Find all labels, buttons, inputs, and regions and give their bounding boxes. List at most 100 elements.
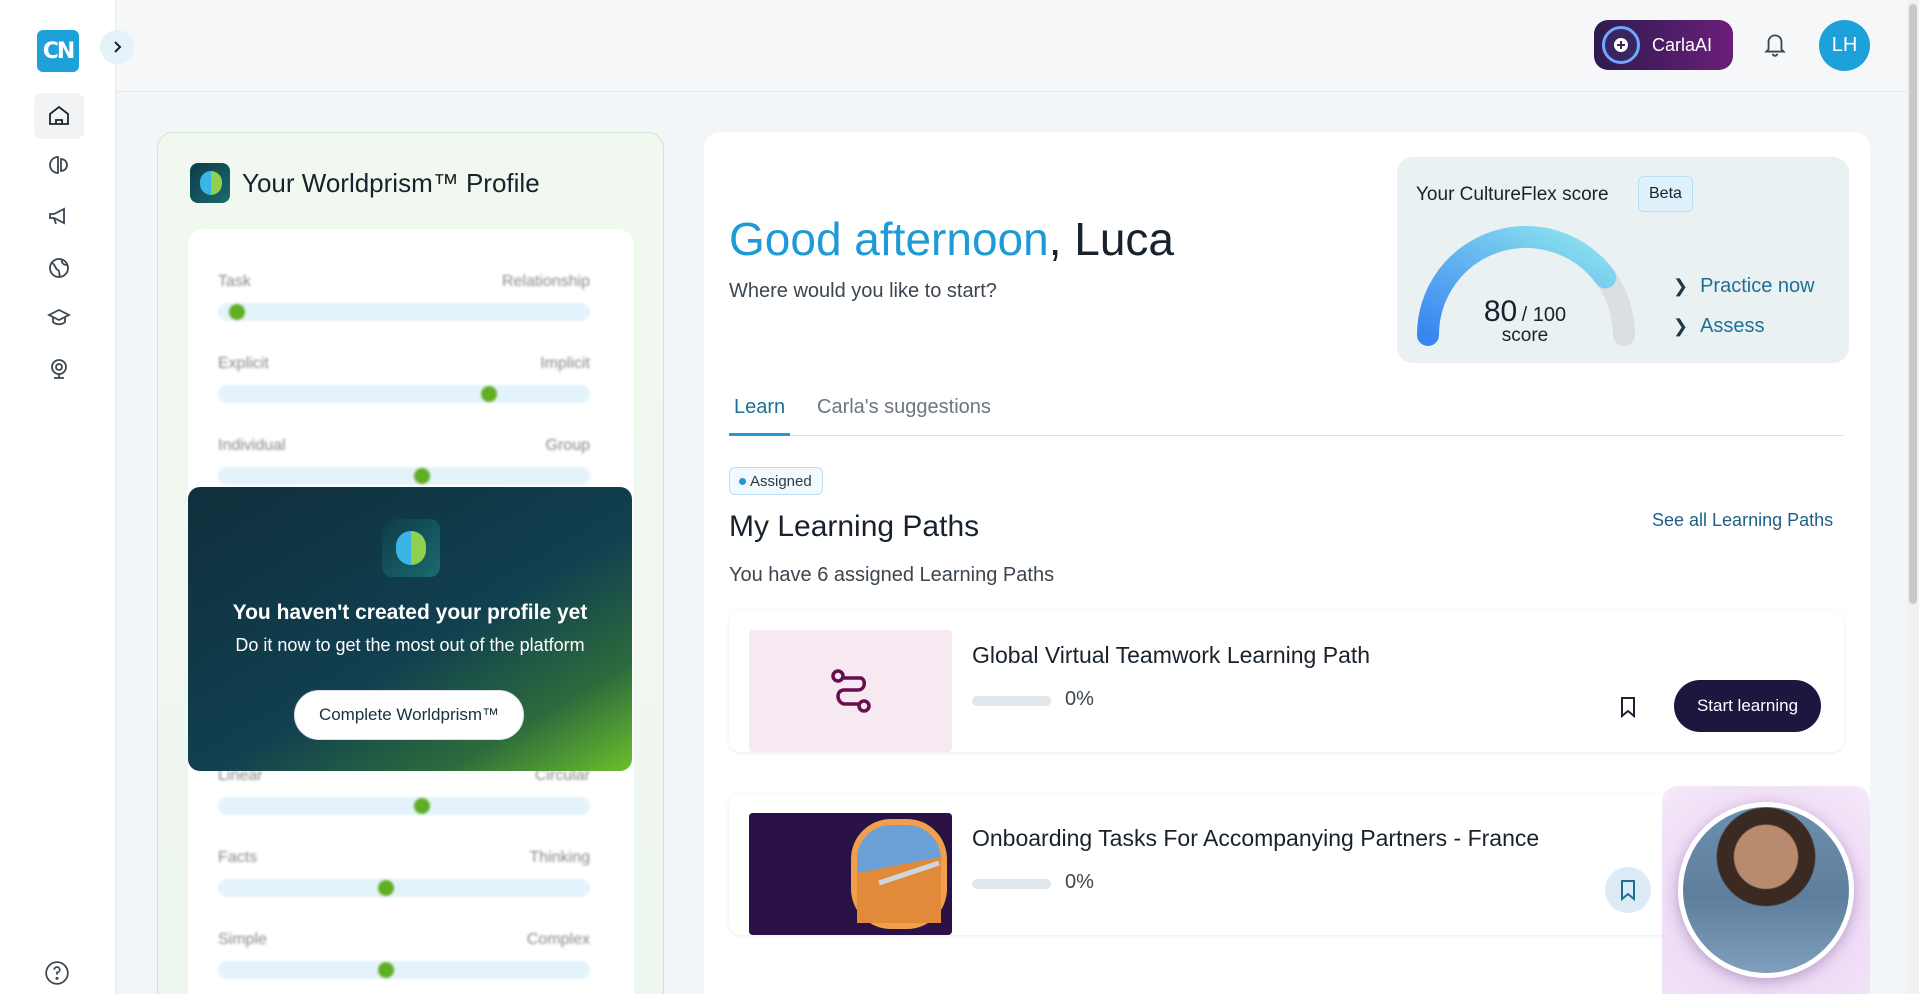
overlay-title: You haven't created your profile yet (232, 601, 588, 624)
megaphone-icon (49, 207, 65, 225)
assess-link[interactable]: ❯ Assess (1673, 315, 1765, 338)
chevron-right-icon: ❯ (1673, 316, 1689, 336)
score-label: score (1501, 325, 1549, 346)
practice-now-label: Practice now (1700, 275, 1815, 297)
progress-bar (972, 879, 1051, 889)
route-icon (830, 669, 871, 713)
path-thumbnail (749, 813, 952, 935)
worldprism-logo-icon (382, 519, 440, 577)
greeting-name: , Luca (1048, 213, 1174, 265)
dimension-track (218, 467, 590, 485)
help-button[interactable] (44, 960, 70, 990)
cultureflex-score: 80 / 100 score (1433, 295, 1617, 347)
learning-path-card[interactable]: Global Virtual Teamwork Learning Path 0%… (729, 610, 1844, 752)
chevron-right-icon: ❯ (1673, 276, 1689, 296)
learning-paths-title: My Learning Paths (729, 510, 980, 543)
app-logo[interactable]: CN (37, 30, 79, 72)
learning-path-name: Onboarding Tasks For Accompanying Partne… (972, 825, 1540, 851)
dimension-marker (378, 880, 395, 896)
carla-ai-icon (1602, 26, 1640, 64)
scrollbar-thumb[interactable] (1909, 4, 1917, 604)
dimension-right-label: Complex (526, 931, 590, 948)
carla-avatar[interactable] (1678, 802, 1854, 978)
worldprism-icon (49, 156, 68, 174)
practice-now-link[interactable]: ❯ Practice now (1673, 275, 1815, 298)
assess-label: Assess (1700, 315, 1765, 337)
overlay-subtitle: Do it now to get the most out of the pla… (235, 635, 585, 655)
dimension-row: Individual Group (218, 437, 590, 485)
carla-ai-button[interactable]: CarlaAI (1594, 20, 1733, 70)
tab-learn[interactable]: Learn (729, 392, 791, 436)
dimension-left-label: Facts (218, 849, 258, 866)
learning-path-name: Global Virtual Teamwork Learning Path (972, 642, 1371, 668)
cultureflex-title: Your CultureFlex score (1416, 184, 1609, 205)
worldprism-logo-icon (190, 163, 230, 203)
dimension-track (218, 961, 590, 979)
dimension-right-label: Thinking (529, 849, 590, 866)
start-learning-button[interactable]: Start learning (1674, 680, 1821, 732)
notifications-button[interactable] (1762, 30, 1788, 62)
sidebar-item-worldprism[interactable] (34, 142, 84, 188)
page-scrollbar[interactable] (1907, 0, 1919, 994)
dimension-right-label: Group (545, 437, 590, 454)
help-icon (45, 961, 69, 985)
dimension-row: Explicit Implicit (218, 355, 590, 403)
score-value: 80 (1483, 295, 1518, 328)
sidebar-item-live-sessions[interactable] (34, 346, 84, 392)
bell-icon (1764, 34, 1786, 57)
progress-bar (972, 696, 1051, 706)
dimension-marker (228, 304, 245, 320)
user-avatar[interactable]: LH (1819, 20, 1870, 71)
dimension-row: Task Relationship (218, 273, 590, 321)
sidebar-item-home[interactable] (34, 93, 84, 139)
bookmark-icon (1621, 880, 1635, 902)
path-thumbnail (749, 630, 952, 752)
sidebar-item-cultures[interactable] (34, 245, 84, 291)
learning-paths-subtitle: You have 6 assigned Learning Paths (729, 564, 1055, 586)
profile-title-text: Your Worldprism™ Profile (242, 167, 540, 198)
sidebar-item-announcements[interactable] (34, 193, 84, 239)
bookmark-icon (1621, 697, 1635, 719)
complete-worldprism-button[interactable]: Complete Worldprism™ (294, 690, 524, 740)
greeting-prompt: Where would you like to start? (729, 280, 997, 302)
tab-carla-suggestions[interactable]: Carla's suggestions (812, 392, 996, 433)
chevron-right-icon (114, 41, 122, 53)
globe-icon (49, 258, 69, 278)
dimension-row: Facts Thinking (218, 849, 590, 897)
dimension-left-label: Simple (218, 931, 267, 948)
bookmark-button[interactable] (1605, 867, 1651, 913)
dimension-left-label: Task (218, 273, 251, 290)
carla-assistant-bubble[interactable] (1662, 786, 1870, 994)
progress-percent: 0% (1065, 688, 1094, 710)
dimension-track (218, 385, 590, 403)
sidebar-item-learning[interactable] (34, 295, 84, 341)
dimension-track (218, 879, 590, 897)
dimension-marker (413, 798, 430, 814)
dimension-left-label: Explicit (218, 355, 269, 372)
see-all-learning-paths-link[interactable]: See all Learning Paths (1652, 510, 1833, 531)
score-max: / 100 (1521, 304, 1567, 326)
sidebar: CN (0, 0, 116, 994)
profile-title: Your Worldprism™ Profile (190, 163, 540, 203)
tab-bar: Learn Carla's suggestions (729, 392, 1844, 436)
graduation-cap-icon (47, 308, 71, 326)
dimension-row: Simple Complex (218, 931, 590, 979)
dimension-marker (378, 962, 395, 978)
dimension-left-label: Individual (218, 437, 286, 454)
assigned-badge: Assigned (729, 467, 823, 495)
dimension-right-label: Relationship (501, 273, 590, 290)
dimension-marker (481, 386, 498, 402)
webcam-icon (51, 359, 67, 379)
dimension-row: Linear Circular (218, 767, 590, 815)
airplane-window-image (749, 813, 952, 935)
greeting-salutation: Good afternoon (729, 213, 1049, 265)
dimension-marker (413, 468, 430, 484)
home-icon (49, 105, 69, 125)
bookmark-button[interactable] (1605, 684, 1651, 730)
sidebar-expand-button[interactable] (100, 30, 134, 64)
dimension-right-label: Implicit (540, 355, 590, 372)
dimension-track (218, 797, 590, 815)
greeting: Good afternoon, Luca (729, 212, 1174, 266)
dimension-track (218, 303, 590, 321)
create-profile-overlay: You haven't created your profile yet Do … (188, 487, 632, 771)
